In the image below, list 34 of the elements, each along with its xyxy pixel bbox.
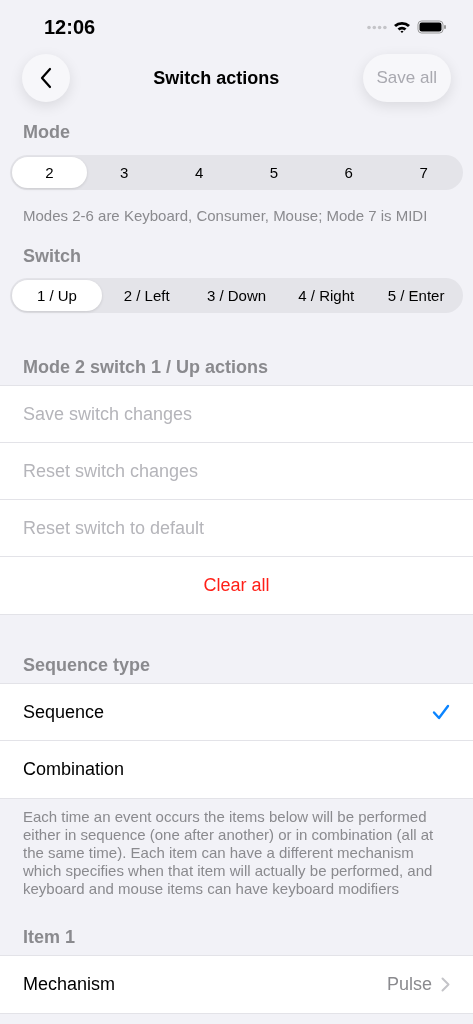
chevron-left-icon [39, 67, 53, 89]
section-header: Mode [22, 122, 71, 143]
chevron-icon [441, 977, 450, 992]
segment-tab[interactable]: 7 [386, 157, 461, 188]
screen-title: Switch actions [153, 67, 280, 89]
wifi-icon [393, 20, 411, 34]
option-row[interactable]: Sequence [0, 684, 473, 741]
battery-icon [417, 20, 447, 34]
row-label: Mechanism [23, 974, 116, 995]
clear-all-button[interactable]: Clear all [203, 575, 270, 596]
segment-tab[interactable]: 2 [12, 157, 87, 188]
segment-tab[interactable]: 3 [86, 157, 162, 188]
section-footer: Modes 2-6 are Keyboard, Consumer, Mouse; Mode 7 is MIDI [0, 207, 473, 225]
option-label: Combination [23, 759, 125, 780]
status-time: 12:06 [44, 15, 96, 39]
segment-tab[interactable]: 5 [236, 157, 312, 188]
option-label: Sequence [23, 701, 105, 723]
segment-tab[interactable]: 1 / Up [12, 280, 102, 311]
signal-icon [367, 24, 387, 30]
segment-tab[interactable]: 2 / Left [101, 280, 192, 311]
section-footer: Each time an event occurs the items below will be performed either in sequence (one after another) or in combination (all at the same time). Each item can have a different mechanism which specifies when that item will actually be performed, and keyboard and mouse items can have keyboard modifiers [0, 808, 473, 898]
row-value: Pulse [386, 974, 432, 995]
section-header: Mode 2 switch 1 / Up actions [22, 357, 270, 378]
section-header: Switch [22, 246, 82, 267]
back-button[interactable] [22, 54, 70, 102]
segment-tab[interactable]: 4 / Right [281, 280, 372, 311]
segment-tab[interactable]: 3 / Down [191, 280, 282, 311]
section-header: Item 1 [22, 927, 77, 948]
section-header: Sequence type [22, 655, 152, 676]
segment-tab[interactable]: 4 [161, 157, 237, 188]
option-row[interactable]: Combination [0, 741, 473, 798]
checkmark-icon [432, 704, 450, 720]
segment-tab[interactable]: 5 / Enter [371, 280, 461, 311]
segment-tab[interactable]: 6 [311, 157, 387, 188]
